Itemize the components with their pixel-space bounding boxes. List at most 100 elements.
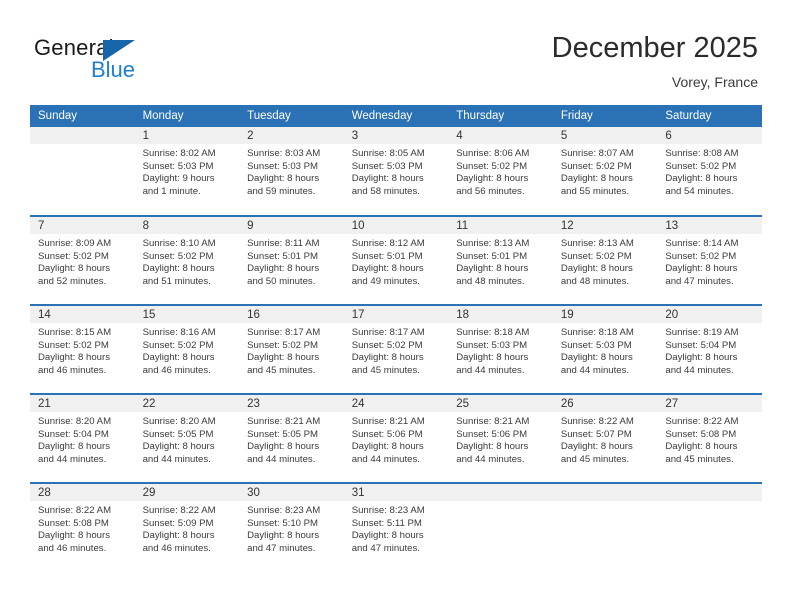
calendar-day-cell[interactable]: 6 Sunrise: 8:08 AM Sunset: 5:02 PM Daylight… [657, 127, 762, 216]
day-detail-line: Sunset: 5:05 PM [142, 428, 214, 440]
day-detail-line: Sunrise: 8:20 AM [38, 416, 112, 427]
day-detail-line: Sunrise: 8:21 AM [247, 416, 321, 427]
calendar-day-cell[interactable]: 13 Sunrise: 8:14 AM Sunset: 5:02 PM Dayligh… [657, 215, 762, 305]
day-detail-line: Daylight: 8 hours [665, 263, 738, 275]
day-detail-line: and 47 minutes. [351, 542, 420, 554]
day-detail-line: and 44 minutes. [456, 453, 525, 465]
calendar-day-cell[interactable]: 18 Sunrise: 8:18 AM Sunset: 5:03 PM Dayligh… [448, 304, 553, 394]
calendar-day-cell[interactable]: 21 Sunrise: 8:20 AM Sunset: 5:04 PM Dayligh… [30, 393, 135, 483]
day-details: Sunrise: 8:23 AM Sunset: 5:10 PM Daylight:… [239, 501, 344, 555]
day-detail-line: Sunset: 5:02 PM [665, 160, 737, 172]
day-detail-line: Sunrise: 8:18 AM [456, 327, 530, 338]
page-title: December 2025 [551, 32, 758, 64]
calendar-day-cell[interactable]: 2 Sunrise: 8:03 AM Sunset: 5:03 PM Daylight… [239, 127, 344, 216]
day-cell-content: 31 Sunrise: 8:23 AM Sunset: 5:11 PM Dayligh… [343, 484, 449, 572]
calendar-day-cell[interactable]: 7 Sunrise: 8:09 AM Sunset: 5:02 PM Daylight… [30, 215, 135, 305]
day-details: Sunrise: 8:09 AM Sunset: 5:02 PM Daylight:… [30, 234, 135, 288]
day-detail-line: Sunrise: 8:05 AM [351, 148, 425, 159]
day-number [30, 127, 135, 144]
calendar-day-cell[interactable]: 22 Sunrise: 8:20 AM Sunset: 5:05 PM Dayligh… [134, 393, 240, 483]
day-details: Sunrise: 8:21 AM Sunset: 5:06 PM Daylight:… [344, 412, 449, 466]
calendar-day-cell[interactable]: 1 Sunrise: 8:02 AM Sunset: 5:03 PM Daylight… [134, 127, 240, 216]
day-detail-line: Daylight: 8 hours [456, 441, 529, 453]
day-cell-content: 7 Sunrise: 8:09 AM Sunset: 5:02 PM Daylight… [30, 217, 135, 304]
day-cell-content: 8 Sunrise: 8:10 AM Sunset: 5:02 PM Daylight… [134, 217, 240, 304]
day-detail-line: Daylight: 8 hours [456, 263, 529, 275]
day-details [448, 501, 553, 505]
day-detail-line: and 44 minutes. [38, 453, 107, 465]
calendar-day-cell[interactable]: 17 Sunrise: 8:17 AM Sunset: 5:02 PM Dayligh… [343, 304, 449, 394]
day-detail-line: Daylight: 8 hours [38, 352, 110, 364]
day-cell-content [448, 484, 553, 572]
day-detail-line: and 46 minutes. [38, 364, 107, 376]
day-number: 25 [448, 395, 553, 412]
calendar-day-cell[interactable]: 26 Sunrise: 8:22 AM Sunset: 5:07 PM Dayligh… [552, 393, 658, 483]
day-number: 2 [239, 127, 344, 144]
calendar-day-cell[interactable]: 16 Sunrise: 8:17 AM Sunset: 5:02 PM Dayligh… [239, 304, 344, 394]
day-number: 4 [448, 127, 553, 144]
day-cell-content: 30 Sunrise: 8:23 AM Sunset: 5:10 PM Dayligh… [239, 484, 344, 572]
calendar-day-cell[interactable]: 5 Sunrise: 8:07 AM Sunset: 5:02 PM Daylight… [552, 127, 658, 216]
day-number: 26 [552, 395, 658, 412]
calendar-table: Sunday Monday Tuesday Wednesday Thursday Frid… [30, 105, 762, 572]
day-detail-line: and 45 minutes. [560, 453, 630, 465]
day-cell-content: 29 Sunrise: 8:22 AM Sunset: 5:09 PM Dayligh… [134, 484, 240, 572]
general-blue-logo[interactable]: General Blue [34, 36, 214, 88]
day-details: Sunrise: 8:05 AM Sunset: 5:03 PM Daylight:… [344, 144, 449, 198]
weekday-header-thursday: Thursday [448, 105, 553, 127]
day-details: Sunrise: 8:13 AM Sunset: 5:01 PM Daylight:… [448, 234, 553, 288]
day-cell-content: 21 Sunrise: 8:20 AM Sunset: 5:04 PM Dayligh… [30, 395, 135, 482]
day-detail-line: Sunrise: 8:09 AM [38, 238, 112, 249]
day-number: 20 [657, 306, 762, 323]
calendar-week-row: 14 Sunrise: 8:15 AM Sunset: 5:02 PM Dayligh… [30, 304, 762, 394]
day-cell-content: 4 Sunrise: 8:06 AM Sunset: 5:02 PM Daylight… [448, 127, 553, 215]
day-number: 18 [448, 306, 553, 323]
day-detail-line: Sunset: 5:02 PM [38, 250, 109, 262]
calendar-day-cell[interactable]: 23 Sunrise: 8:21 AM Sunset: 5:05 PM Dayligh… [239, 393, 344, 483]
calendar-day-cell[interactable]: 8 Sunrise: 8:10 AM Sunset: 5:02 PM Daylight… [134, 215, 240, 305]
day-detail-line: and 55 minutes. [560, 185, 630, 197]
day-cell-content: 26 Sunrise: 8:22 AM Sunset: 5:07 PM Dayligh… [552, 395, 658, 482]
calendar-day-cell[interactable]: 19 Sunrise: 8:18 AM Sunset: 5:03 PM Dayligh… [552, 304, 658, 394]
day-detail-line: Sunrise: 8:03 AM [247, 148, 321, 159]
calendar-day-cell[interactable]: 29 Sunrise: 8:22 AM Sunset: 5:09 PM Dayligh… [134, 482, 240, 572]
day-cell-content: 3 Sunrise: 8:05 AM Sunset: 5:03 PM Daylight… [343, 127, 449, 215]
calendar-day-cell[interactable]: 24 Sunrise: 8:21 AM Sunset: 5:06 PM Dayligh… [343, 393, 449, 483]
day-detail-line: Daylight: 8 hours [142, 263, 215, 275]
calendar-day-cell[interactable]: 20 Sunrise: 8:19 AM Sunset: 5:04 PM Dayligh… [657, 304, 762, 394]
calendar-header-row: Sunday Monday Tuesday Wednesday Thursday Frid… [30, 105, 762, 127]
calendar-day-cell[interactable]: 30 Sunrise: 8:23 AM Sunset: 5:10 PM Dayligh… [239, 482, 344, 572]
day-detail-line: Sunset: 5:01 PM [456, 250, 528, 262]
day-detail-line: Daylight: 8 hours [38, 263, 110, 275]
calendar-day-cell[interactable]: 10 Sunrise: 8:12 AM Sunset: 5:01 PM Dayligh… [343, 215, 449, 305]
calendar-day-cell[interactable]: 28 Sunrise: 8:22 AM Sunset: 5:08 PM Dayligh… [30, 482, 135, 572]
day-details: Sunrise: 8:17 AM Sunset: 5:02 PM Daylight:… [239, 323, 344, 377]
day-details: Sunrise: 8:02 AM Sunset: 5:03 PM Daylight:… [135, 144, 240, 198]
calendar-day-cell[interactable]: 14 Sunrise: 8:15 AM Sunset: 5:02 PM Dayligh… [30, 304, 135, 394]
day-detail-line: Sunset: 5:02 PM [247, 339, 319, 351]
calendar-day-cell[interactable]: 9 Sunrise: 8:11 AM Sunset: 5:01 PM Daylight… [239, 215, 344, 305]
day-detail-line: Sunset: 5:02 PM [560, 160, 632, 172]
calendar-day-cell[interactable]: 31 Sunrise: 8:23 AM Sunset: 5:11 PM Dayligh… [343, 482, 449, 572]
day-number: 21 [30, 395, 135, 412]
calendar-day-cell[interactable]: 27 Sunrise: 8:22 AM Sunset: 5:08 PM Dayligh… [657, 393, 762, 483]
calendar-day-cell[interactable]: 3 Sunrise: 8:05 AM Sunset: 5:03 PM Daylight… [343, 127, 449, 216]
calendar-day-cell[interactable]: 25 Sunrise: 8:21 AM Sunset: 5:06 PM Dayligh… [448, 393, 553, 483]
day-detail-line: Sunrise: 8:22 AM [38, 505, 112, 516]
day-detail-line: Sunset: 5:03 PM [351, 160, 423, 172]
calendar-week-row: 28 Sunrise: 8:22 AM Sunset: 5:08 PM Dayligh… [30, 482, 762, 572]
day-detail-line: and 58 minutes. [351, 185, 420, 197]
day-details [553, 501, 658, 505]
calendar-day-cell[interactable]: 4 Sunrise: 8:06 AM Sunset: 5:02 PM Daylight… [448, 127, 553, 216]
day-number: 24 [343, 395, 449, 412]
calendar-day-cell[interactable]: 12 Sunrise: 8:13 AM Sunset: 5:02 PM Dayligh… [552, 215, 658, 305]
calendar-day-cell[interactable]: 15 Sunrise: 8:16 AM Sunset: 5:02 PM Dayligh… [134, 304, 240, 394]
day-detail-line: Sunset: 5:03 PM [142, 160, 214, 172]
location-subtitle: Vorey, France [671, 74, 758, 90]
calendar-day-cell[interactable]: 11 Sunrise: 8:13 AM Sunset: 5:01 PM Dayligh… [448, 215, 553, 305]
day-cell-content: 16 Sunrise: 8:17 AM Sunset: 5:02 PM Dayligh… [239, 306, 344, 393]
day-number: 16 [239, 306, 344, 323]
day-number [448, 484, 553, 501]
day-number: 14 [30, 306, 135, 323]
day-detail-line: Sunset: 5:02 PM [665, 250, 737, 262]
